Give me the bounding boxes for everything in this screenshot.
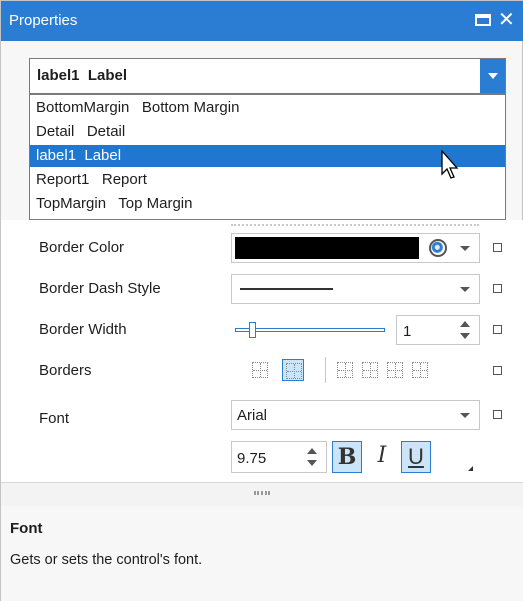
chevron-down-icon[interactable] [460,413,470,418]
title-bar: Properties ✕ [1,1,523,41]
collapsed-row-edge [231,220,479,226]
property-marker-icon [493,243,502,252]
property-marker-icon [493,410,502,419]
border-width-label: Border Width [39,321,127,338]
property-grid: Border Color Border Dash Style Border Wi… [1,220,523,482]
border-none-icon [252,362,268,378]
border-bottom-icon [412,362,428,378]
property-marker-icon [493,366,502,375]
border-top-button[interactable] [359,359,381,381]
border-color-label: Border Color [39,239,125,256]
color-swatch [235,237,419,259]
font-label: Font [39,410,70,427]
border-right-button[interactable] [384,359,406,381]
description-splitter[interactable] [1,482,523,506]
properties-panel: Properties ✕ label1 Label BottomMargin B… [0,0,523,601]
component-selector-value: label1 Label [37,67,128,84]
bold-button[interactable]: B [332,441,362,473]
description-text: Gets or sets the control's font. [10,552,203,568]
font-size-spinner[interactable]: 9.75 [231,441,327,473]
border-bottom-button[interactable] [409,359,431,381]
dropdown-item-label1[interactable]: label1 Label [30,145,505,167]
chevron-down-icon[interactable] [460,287,470,292]
font-size-value: 9.75 [237,450,267,467]
border-width-slider[interactable] [235,322,385,338]
grip-icon[interactable] [254,491,270,495]
font-family-editor[interactable]: Arial [231,400,480,430]
close-icon[interactable]: ✕ [498,8,515,32]
chevron-down-icon[interactable] [480,59,505,93]
border-all-button[interactable] [282,359,304,381]
description-panel: Font Gets or sets the control's font. [1,506,523,601]
border-width-spinner[interactable]: 1 [396,315,480,345]
solid-line-preview [240,288,333,290]
border-left-button[interactable] [334,359,356,381]
component-selector[interactable]: label1 Label [29,58,506,94]
border-width-value: 1 [403,323,412,340]
description-title: Font [10,520,43,537]
border-top-icon [362,362,378,378]
border-right-icon [387,362,403,378]
underline-button[interactable]: U [401,441,431,473]
panel-title: Properties [9,12,78,29]
chevron-down-icon[interactable] [460,246,470,251]
border-dash-style-label: Border Dash Style [39,280,161,297]
property-marker-icon [493,325,502,334]
spin-down-icon[interactable] [307,460,317,466]
row-font: Font Arial [1,395,523,435]
row-font-style: 9.75 B I U [1,436,523,482]
borders-label: Borders [39,362,92,379]
dropdown-item-detail[interactable]: Detail Detail [30,121,505,143]
mouse-cursor-icon [441,150,459,179]
dropdown-item-bottommargin[interactable]: BottomMargin Bottom Margin [30,97,505,119]
border-dash-style-editor[interactable] [231,274,480,304]
border-left-icon [337,362,353,378]
border-color-editor[interactable] [231,233,480,263]
color-picker-icon[interactable] [429,239,447,257]
border-none-button[interactable] [249,359,271,381]
spin-up-icon[interactable] [460,321,470,327]
row-border-color: Border Color [1,228,523,268]
borders-separator [325,357,326,383]
font-family-value: Arial [237,407,268,424]
component-dropdown-list: BottomMargin Bottom Margin Detail Detail… [29,94,506,220]
row-border-width: Border Width 1 [1,310,523,350]
slider-track [235,328,385,332]
maximize-icon[interactable] [475,14,491,26]
slider-thumb[interactable] [249,322,256,338]
spin-down-icon[interactable] [460,333,470,339]
border-all-icon [286,363,302,379]
italic-button[interactable]: I [367,441,397,473]
dropdown-item-report1[interactable]: Report1 Report [30,169,505,191]
spin-up-icon[interactable] [307,448,317,454]
row-borders: Borders [1,351,523,391]
dropdown-item-topmargin[interactable]: TopMargin Top Margin [30,193,505,215]
row-border-dash-style: Border Dash Style [1,269,523,309]
property-marker-icon [493,284,502,293]
font-dialog-launcher-icon[interactable] [468,466,473,471]
